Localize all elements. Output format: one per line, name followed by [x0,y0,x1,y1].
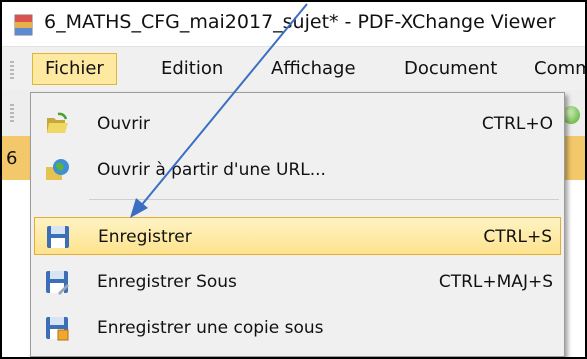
menu-fichier[interactable]: Fichier [32,53,117,85]
menu-item-ouvrir-url[interactable]: Ouvrir à partir d'une URL... [34,151,561,189]
menu-edition[interactable]: Edition [149,53,235,85]
menu-document[interactable]: Document [392,53,509,85]
floppy-disk-icon [47,226,69,248]
floppy-disk-copy-icon [46,317,69,341]
menu-item-shortcut: CTRL+MAJ+S [438,272,553,292]
pdf-xchange-app-icon [14,14,33,36]
menu-item-shortcut: CTRL+O [481,114,553,134]
menu-item-enregistrer-copie[interactable]: Enregistrer une copie sous [34,309,561,347]
globe-icon [46,159,69,180]
menu-item-label: Ouvrir [97,114,150,134]
menu-separator [89,199,559,200]
floppy-disk-save-as-icon [46,271,69,295]
menu-bar: Fichier Edition Affichage Document Comme… [2,46,585,91]
menu-item-label: Enregistrer [98,227,192,247]
menu-item-enregistrer-sous[interactable]: Enregistrer Sous CTRL+MAJ+S [34,263,561,301]
screenshot-frame: 6_MATHS_CFG_mai2017_sujet* - PDF-XChange… [0,0,587,359]
window-title: 6_MATHS_CFG_mai2017_sujet* - PDF-XChange… [44,11,556,33]
menu-item-shortcut: CTRL+S [483,227,552,247]
title-bar: 6_MATHS_CFG_mai2017_sujet* - PDF-XChange… [2,2,585,46]
menu-item-ouvrir[interactable]: Ouvrir CTRL+O [34,105,561,143]
menu-item-label: Ouvrir à partir d'une URL... [97,160,326,180]
file-menu-dropdown: Ouvrir CTRL+O Ouvrir à partir d'une URL.… [30,92,565,357]
menu-commentaires[interactable]: Commentaires [522,53,585,85]
folder-open-icon [47,112,68,133]
menu-item-label: Enregistrer Sous [97,272,237,292]
document-tab-label[interactable]: 6 [6,148,17,169]
menu-item-label: Enregistrer une copie sous [97,318,324,338]
menu-item-enregistrer[interactable]: Enregistrer CTRL+S [34,217,561,255]
menu-affichage[interactable]: Affichage [259,53,368,85]
menubar-grip-handle[interactable] [10,61,14,79]
toolbar-grip-handle[interactable] [10,104,14,122]
